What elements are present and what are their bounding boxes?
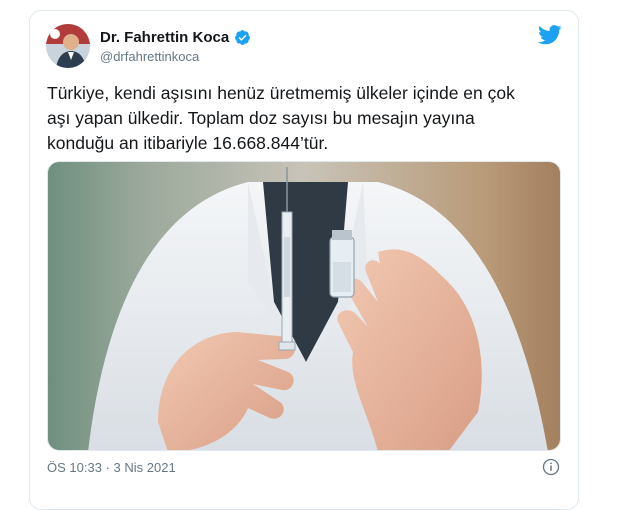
- tweet-date[interactable]: 3 Nis 2021: [114, 460, 176, 475]
- tweet-time[interactable]: ÖS 10:33: [47, 460, 102, 475]
- vaccine-photo: [48, 162, 560, 450]
- author-name[interactable]: Dr. Fahrettin Koca: [100, 29, 229, 46]
- avatar[interactable]: [46, 24, 90, 68]
- author-row: Dr. Fahrettin Koca: [100, 29, 251, 46]
- tweet-meta: ÖS 10:33 · 3 Nis 2021: [47, 460, 176, 475]
- author-handle[interactable]: @drfahrettinkoca: [100, 49, 199, 64]
- twitter-bird-icon[interactable]: [538, 25, 562, 45]
- meta-separator: ·: [105, 460, 110, 475]
- verified-badge-icon: [235, 30, 251, 45]
- tweet-photo[interactable]: [47, 161, 561, 451]
- tweet-card[interactable]: Dr. Fahrettin Koca @drfahrettinkoca Türk…: [29, 10, 579, 510]
- avatar-image: [46, 24, 90, 68]
- tweet-text: Türkiye, kendi aşısını henüz üretmemiş ü…: [47, 83, 515, 153]
- info-icon[interactable]: [542, 458, 560, 476]
